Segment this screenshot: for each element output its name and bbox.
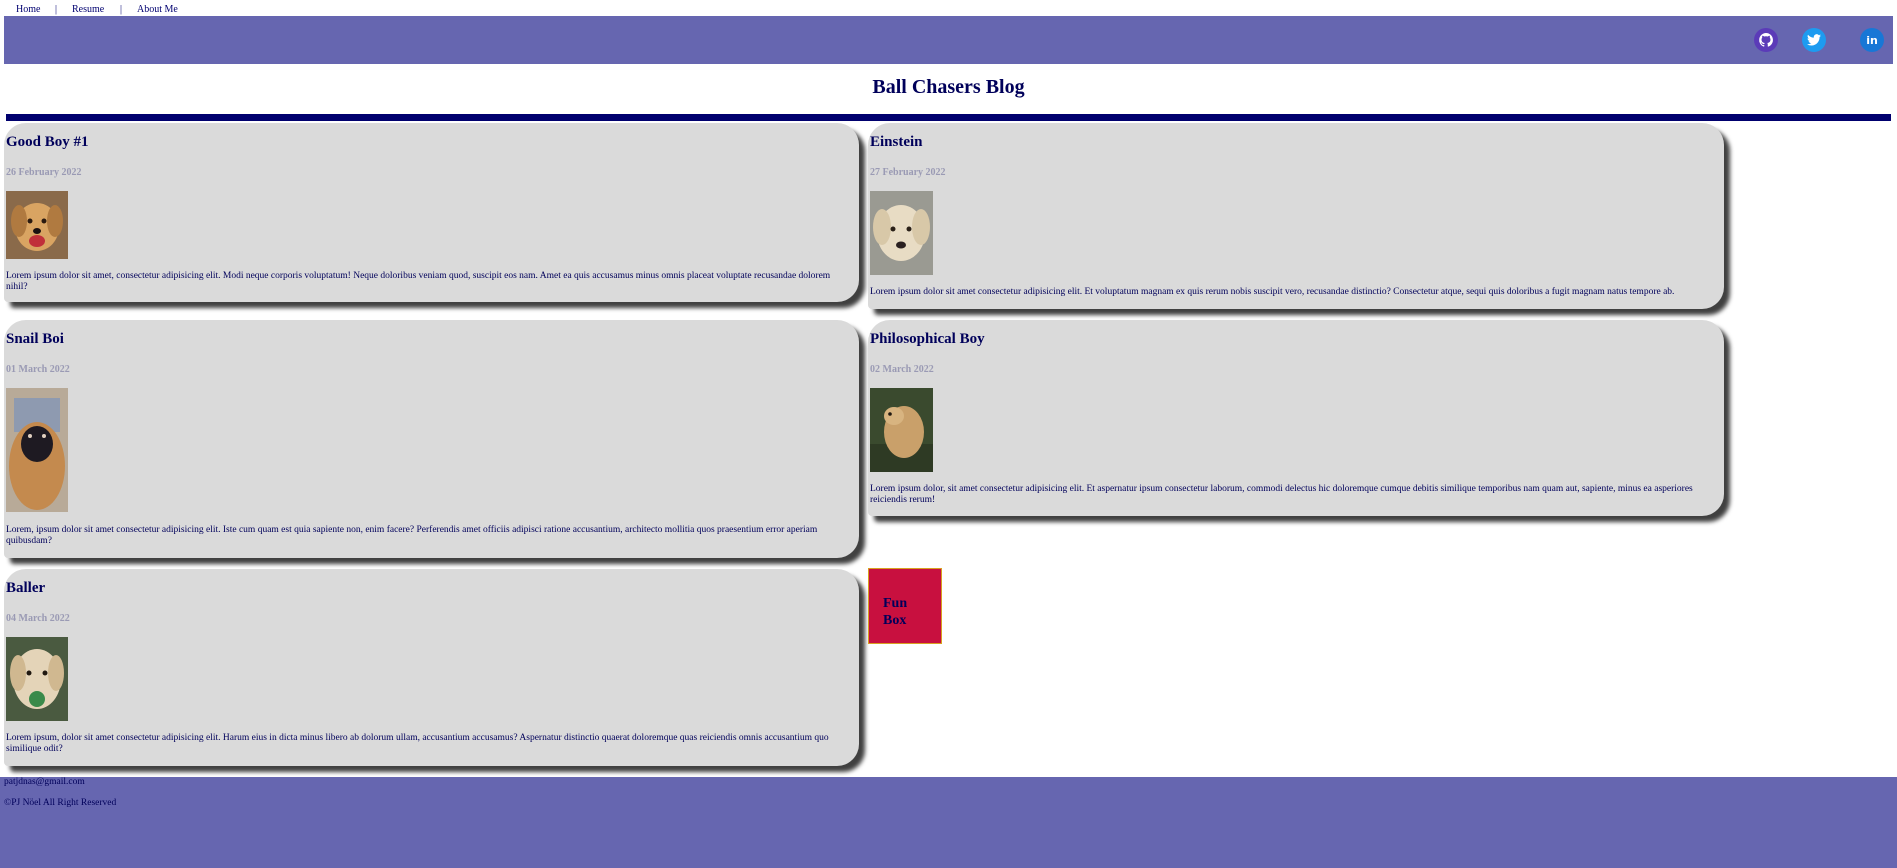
nav-home-link[interactable]: Home (16, 3, 40, 17)
post-date: 27 February 2022 (870, 167, 946, 178)
post-body: Lorem ipsum dolor, sit amet consectetur … (870, 484, 1693, 505)
footer-email[interactable]: patjdnas@gmail.com (4, 777, 85, 787)
post-date: 26 February 2022 (6, 167, 82, 178)
nav-separator: | (120, 4, 123, 15)
page-title: Ball Chasers Blog (872, 76, 1025, 98)
nav-about-link[interactable]: About Me (137, 3, 178, 17)
twitter-glyph (1807, 34, 1821, 46)
twitter-icon[interactable] (1802, 28, 1826, 52)
fun-box[interactable]: Fun Box (868, 568, 942, 644)
dog-photo (870, 191, 933, 275)
footer-copyright: ©PJ Nöel All Right Reserved (4, 798, 117, 808)
post-title: Good Boy #1 (6, 134, 89, 150)
nav-separator: | (55, 4, 58, 15)
post-card: Baller 04 March 2022 Lorem ipsum, dolor … (4, 569, 859, 766)
dog-photo (6, 637, 68, 721)
title-divider (6, 114, 1891, 121)
github-glyph (1759, 33, 1773, 47)
github-icon[interactable] (1754, 28, 1778, 52)
post-title: Einstein (870, 134, 923, 150)
nav-resume-link[interactable]: Resume (72, 3, 104, 17)
post-title: Snail Boi (6, 331, 64, 347)
post-title: Baller (6, 580, 46, 596)
post-date: 01 March 2022 (6, 364, 70, 375)
post-date: 04 March 2022 (6, 613, 70, 624)
post-title: Philosophical Boy (870, 331, 985, 347)
fun-box-label: Fun Box (883, 596, 908, 628)
post-card: Good Boy #1 26 February 2022 Lorem ipsum… (4, 123, 859, 302)
header-banner: in (4, 16, 1893, 64)
linkedin-icon[interactable]: in (1860, 28, 1884, 52)
post-date: 02 March 2022 (870, 364, 934, 375)
post-card: Einstein 27 February 2022 Lorem ipsum do… (868, 123, 1724, 309)
dog-photo (6, 191, 68, 259)
post-body: Lorem, ipsum dolor sit amet consectetur … (6, 525, 818, 546)
post-body: Lorem ipsum dolor sit amet consectetur a… (870, 287, 1675, 297)
post-body: Lorem ipsum dolor sit amet, consectetur … (6, 271, 831, 292)
post-body: Lorem ipsum, dolor sit amet consectetur … (6, 733, 829, 754)
post-card: Snail Boi 01 March 2022 Lorem, ipsum dol… (4, 320, 859, 558)
dog-photo (6, 388, 68, 512)
post-card: Philosophical Boy 02 March 2022 Lorem ip… (868, 320, 1724, 516)
dog-photo (870, 388, 933, 472)
top-nav: Home | Resume | About Me (0, 0, 1897, 16)
footer: patjdnas@gmail.com ©PJ Nöel All Right Re… (0, 777, 1897, 868)
